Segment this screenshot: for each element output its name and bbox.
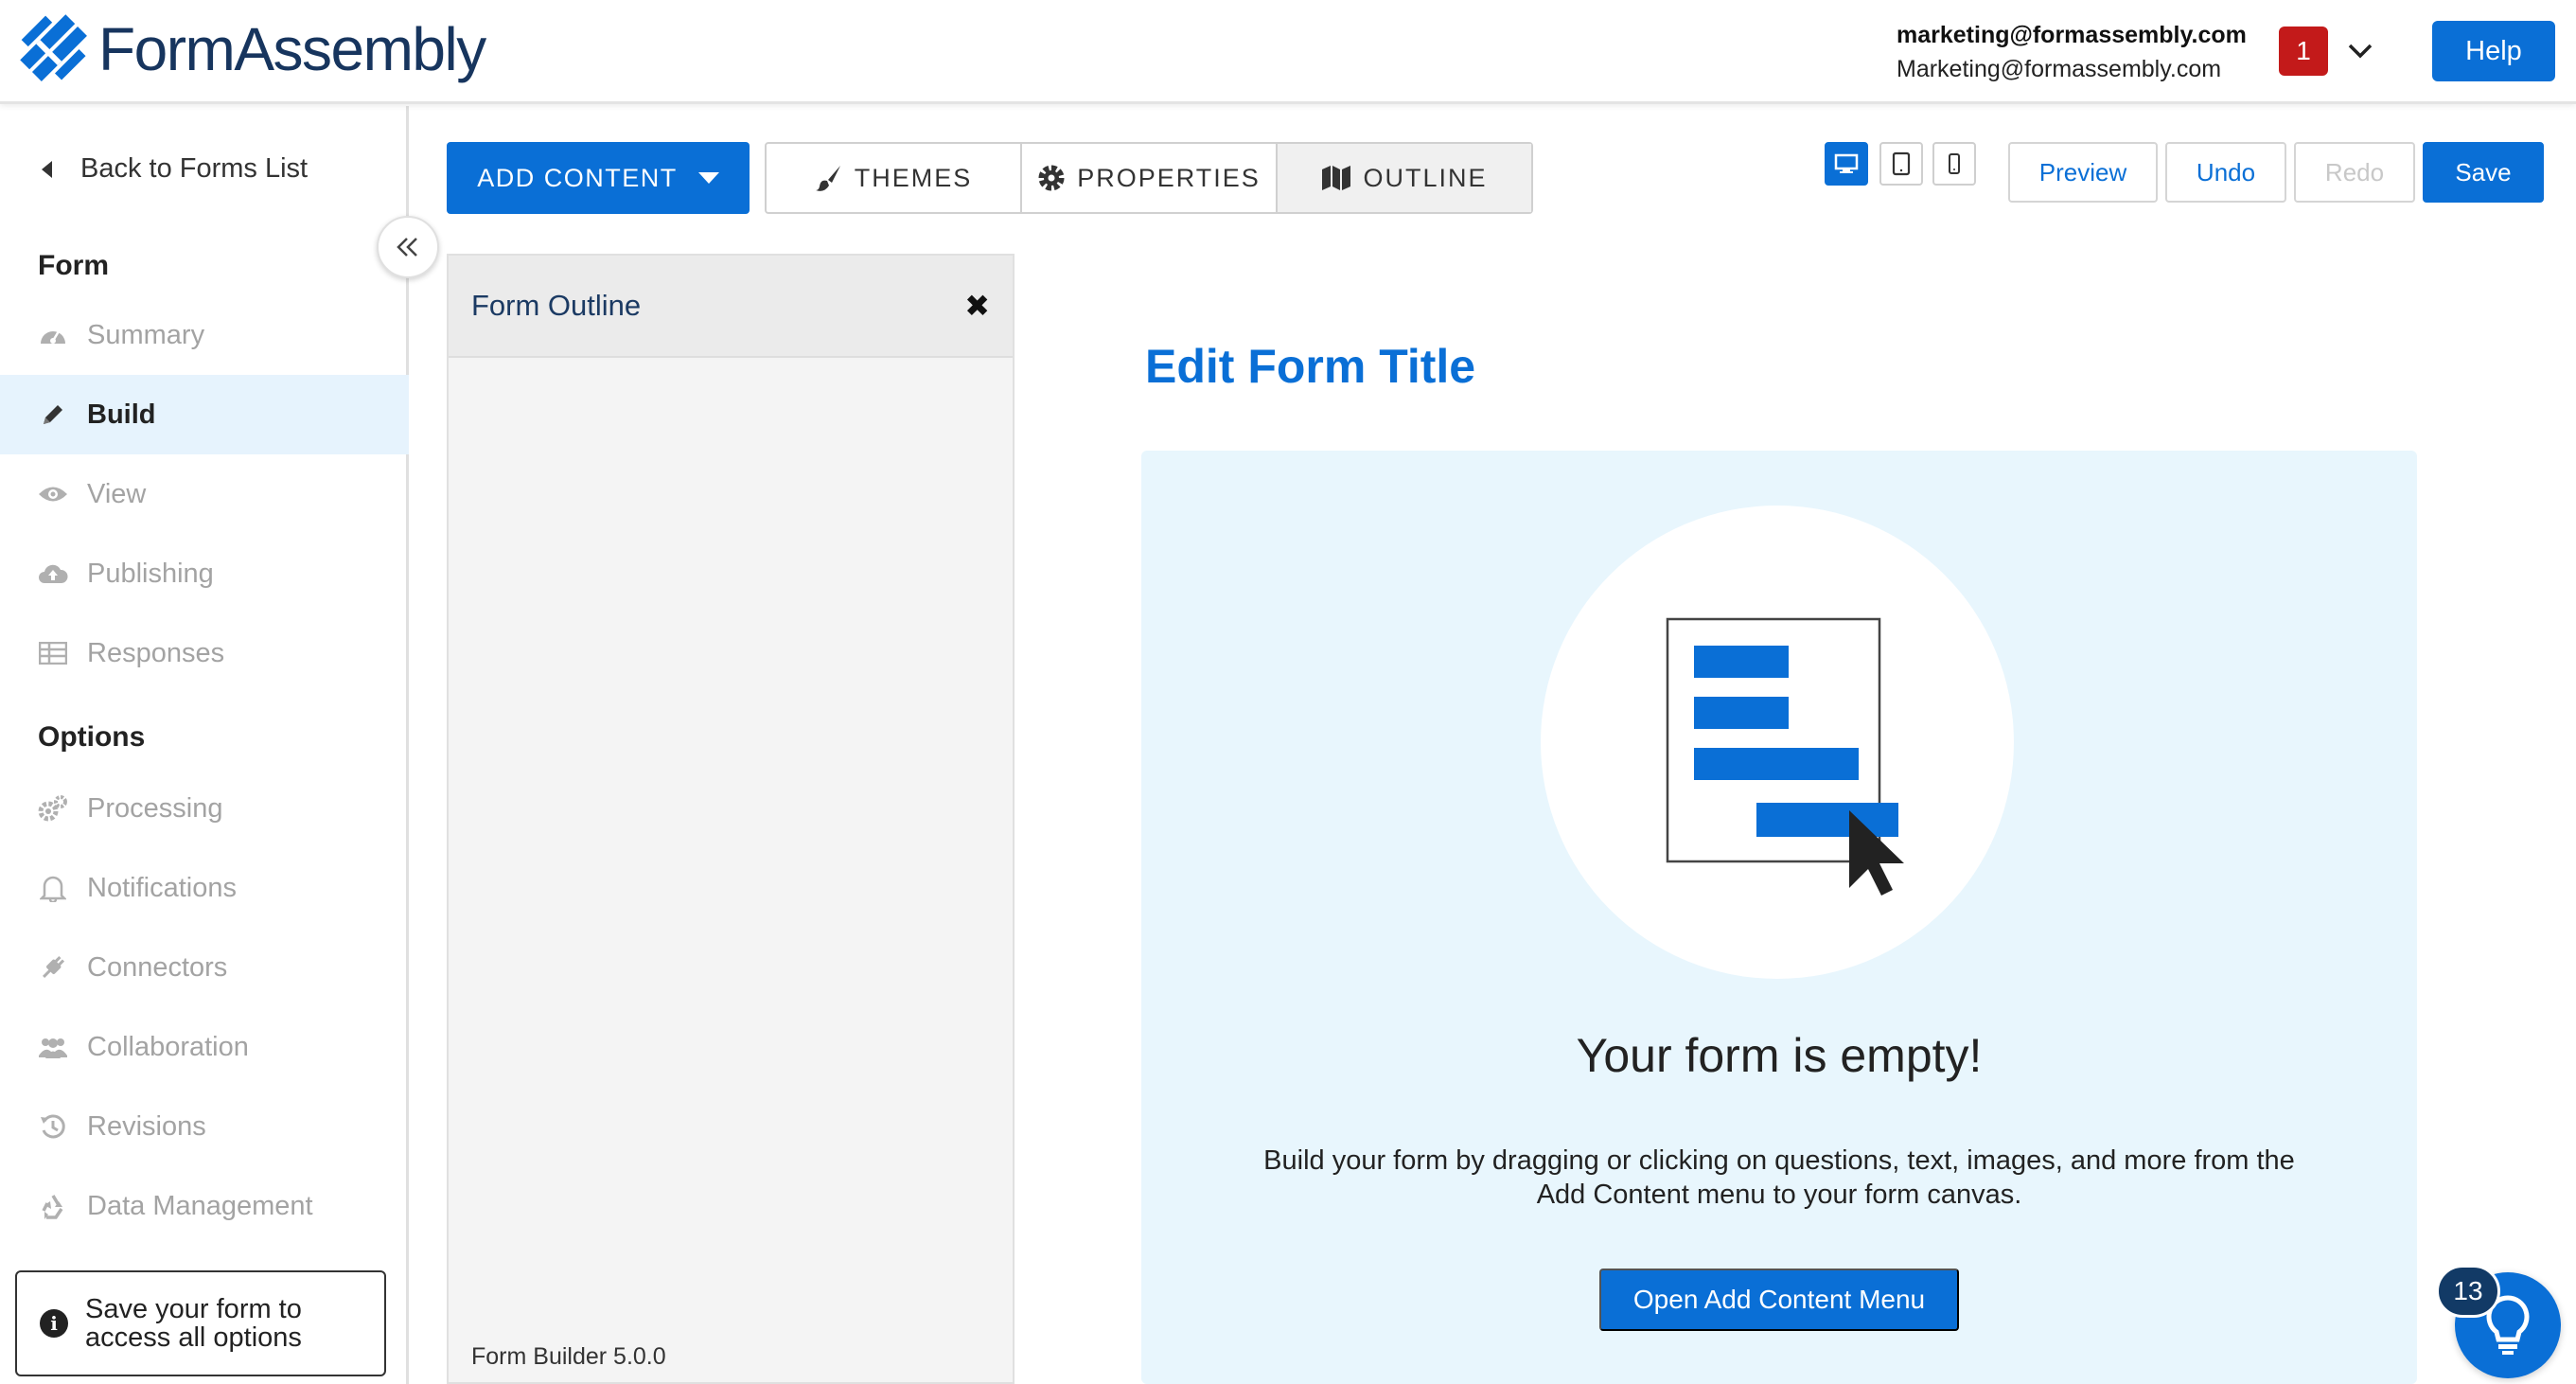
- sidebar: Back to Forms List Form Summary Build Vi…: [0, 106, 409, 1384]
- notification-badge[interactable]: 1: [2279, 27, 2328, 76]
- map-icon: [1321, 165, 1351, 191]
- help-button[interactable]: Help: [2432, 21, 2555, 81]
- tab-themes[interactable]: THEMES: [767, 144, 1022, 212]
- sidebar-item-notifications[interactable]: Notifications: [0, 848, 409, 928]
- form-outline-panel: Form Outline ✖ Form Builder 5.0.0: [447, 254, 1015, 1384]
- tab-label: OUTLINE: [1363, 163, 1488, 192]
- save-button[interactable]: Save: [2423, 142, 2544, 203]
- tablet-view-button[interactable]: [1879, 142, 1923, 186]
- desktop-icon: [1834, 153, 1859, 173]
- sidebar-item-label: Collaboration: [87, 1031, 249, 1062]
- dashboard-icon: [38, 320, 68, 350]
- empty-form-heading: Your form is empty!: [1576, 1029, 1983, 1082]
- options-section-title: Options: [38, 721, 146, 753]
- sidebar-item-connectors[interactable]: Connectors: [0, 928, 409, 1007]
- back-to-forms-link[interactable]: Back to Forms List: [42, 153, 308, 185]
- chevron-down-icon[interactable]: [2343, 34, 2377, 68]
- form-document-icon: [1666, 617, 1904, 896]
- sidebar-item-publishing[interactable]: Publishing: [0, 534, 409, 613]
- user-email-secondary: Marketing@formassembly.com: [1897, 56, 2222, 82]
- preview-button[interactable]: Preview: [2008, 142, 2158, 203]
- sidebar-item-data-management[interactable]: Data Management: [0, 1166, 409, 1246]
- sidebar-item-collaboration[interactable]: Collaboration: [0, 1007, 409, 1087]
- save-form-notice: i Save your form to access all options: [15, 1270, 386, 1376]
- form-section-title: Form: [38, 250, 109, 281]
- collapse-sidebar-button[interactable]: [377, 216, 439, 278]
- tab-properties[interactable]: PROPERTIES: [1022, 144, 1278, 212]
- sidebar-item-label: Data Management: [87, 1190, 313, 1221]
- tab-outline[interactable]: OUTLINE: [1278, 144, 1531, 212]
- history-icon: [38, 1111, 68, 1142]
- sidebar-item-label: Revisions: [87, 1110, 206, 1142]
- eye-icon: [38, 479, 68, 509]
- tablet-icon: [1892, 151, 1911, 176]
- back-link-label: Back to Forms List: [80, 153, 309, 184]
- desktop-view-button[interactable]: [1825, 142, 1868, 186]
- redo-button[interactable]: Redo: [2294, 142, 2415, 203]
- plug-icon: [38, 952, 68, 983]
- double-chevron-left-icon: [397, 238, 417, 257]
- sidebar-item-label: Connectors: [87, 951, 228, 983]
- sidebar-item-label: Processing: [87, 792, 223, 824]
- add-content-label: ADD CONTENT: [477, 163, 678, 192]
- gear-icon: [1037, 164, 1066, 192]
- users-icon: [38, 1032, 68, 1062]
- builder-version: Form Builder 5.0.0: [471, 1343, 666, 1370]
- top-header: FormAssembly marketing@formassembly.com …: [0, 0, 2576, 104]
- empty-form-description: Build your form by dragging or clicking …: [1263, 1145, 2295, 1210]
- outline-title: Form Outline: [471, 289, 642, 322]
- sidebar-item-label: View: [87, 478, 147, 509]
- logo-mark-icon: [20, 14, 87, 81]
- mobile-icon: [1949, 153, 1960, 174]
- sidebar-item-view[interactable]: View: [0, 454, 409, 534]
- edit-form-title[interactable]: Edit Form Title: [1145, 339, 1475, 394]
- caret-left-icon: [42, 160, 52, 178]
- add-content-button[interactable]: ADD CONTENT: [447, 142, 750, 214]
- user-email-primary: marketing@formassembly.com: [1897, 22, 2247, 48]
- sidebar-item-label: Summary: [87, 319, 205, 350]
- table-icon: [38, 638, 68, 668]
- sidebar-item-label: Build: [87, 399, 156, 430]
- sidebar-item-label: Notifications: [87, 872, 237, 903]
- user-account[interactable]: marketing@formassembly.com Marketing@for…: [1897, 19, 2256, 87]
- gears-icon: [38, 793, 68, 824]
- builder-tabs: THEMES PROPERTIES OUTLINE: [765, 142, 1533, 214]
- outline-header: Form Outline ✖: [449, 256, 1013, 358]
- sidebar-item-processing[interactable]: Processing: [0, 769, 409, 848]
- recycle-icon: [38, 1191, 68, 1221]
- open-add-content-menu-button[interactable]: Open Add Content Menu: [1599, 1269, 1959, 1331]
- undo-button[interactable]: Undo: [2165, 142, 2286, 203]
- pencil-icon: [38, 399, 68, 430]
- sidebar-item-label: Publishing: [87, 558, 214, 589]
- sidebar-item-label: Responses: [87, 637, 225, 668]
- save-form-notice-text: Save your form to access all options: [85, 1294, 302, 1353]
- tab-label: PROPERTIES: [1077, 163, 1261, 192]
- brush-icon: [815, 164, 843, 192]
- cloud-upload-icon: [38, 559, 68, 589]
- empty-illustration: [1541, 506, 2014, 979]
- sidebar-item-build[interactable]: Build: [0, 375, 409, 454]
- empty-form-card: Your form is empty! Build your form by d…: [1141, 451, 2417, 1384]
- close-icon[interactable]: ✖: [964, 288, 990, 324]
- logo-text: FormAssembly: [98, 15, 486, 83]
- mobile-view-button[interactable]: [1932, 142, 1976, 186]
- tab-label: THEMES: [854, 163, 973, 192]
- formassembly-logo[interactable]: FormAssembly: [17, 11, 486, 87]
- bell-icon: [38, 873, 68, 903]
- caret-down-icon: [697, 172, 719, 184]
- info-icon: i: [40, 1309, 68, 1338]
- sidebar-item-responses[interactable]: Responses: [0, 613, 409, 693]
- sidebar-item-revisions[interactable]: Revisions: [0, 1087, 409, 1166]
- help-notification-count: 13: [2436, 1265, 2500, 1318]
- sidebar-item-summary[interactable]: Summary: [0, 295, 409, 375]
